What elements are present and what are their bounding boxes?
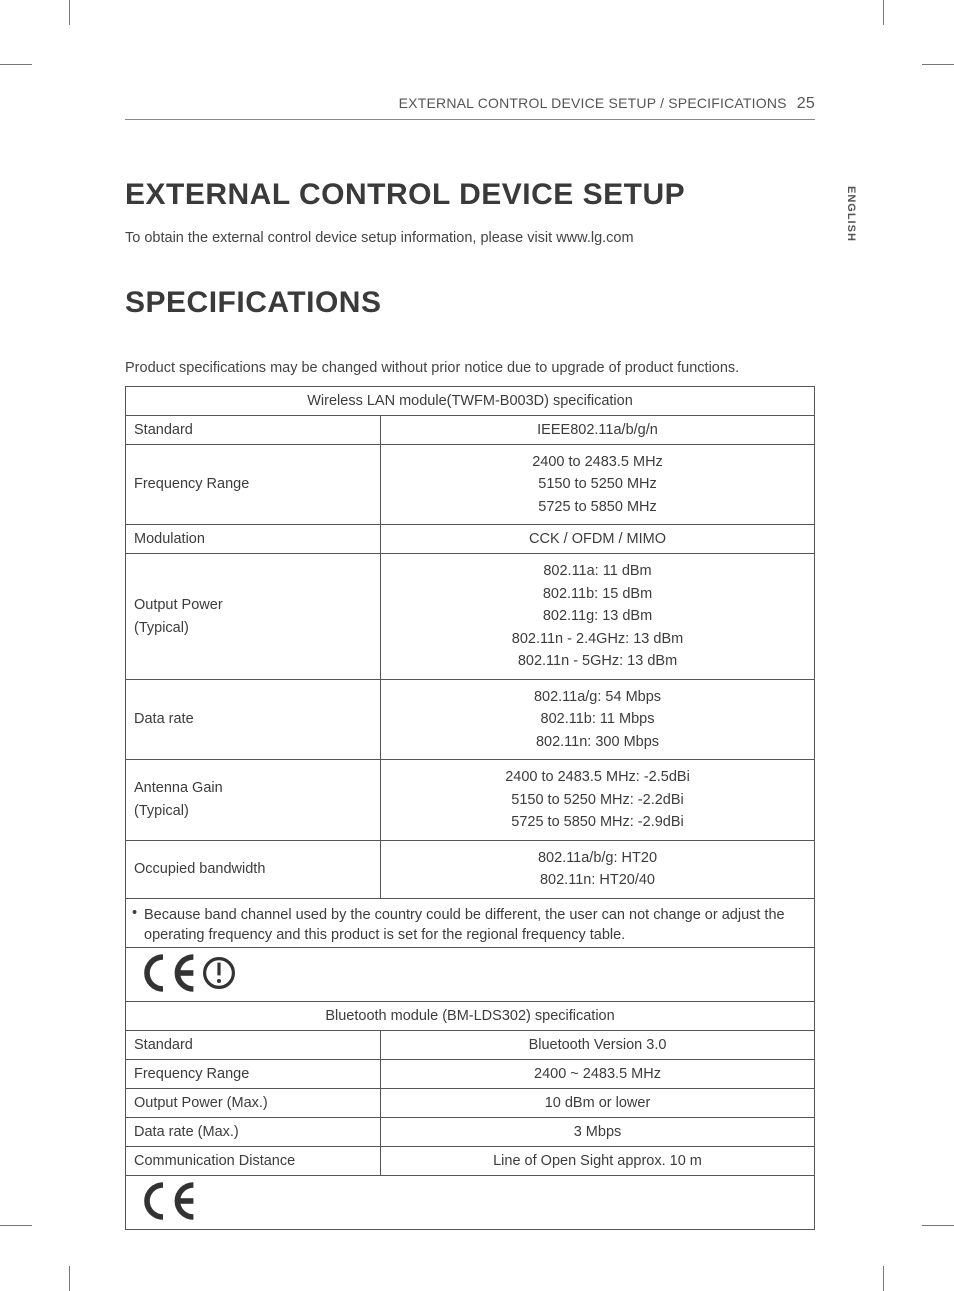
- wlan-table-title: Wireless LAN module(TWFM-B003D) specific…: [126, 387, 815, 416]
- bt-standard-value: Bluetooth Version 3.0: [381, 1031, 815, 1060]
- page-content: EXTERNAL CONTROL DEVICE SETUP / SPECIFIC…: [125, 95, 815, 1230]
- wlan-standard-label: Standard: [126, 416, 381, 445]
- wlan-spec-table: Wireless LAN module(TWFM-B003D) specific…: [125, 386, 815, 899]
- bt-power-value: 10 dBm or lower: [381, 1089, 815, 1118]
- heading-specifications: SPECIFICATIONS: [125, 286, 815, 320]
- bt-power-label: Output Power (Max.): [126, 1089, 381, 1118]
- ce-alert-icon: [134, 953, 264, 998]
- ce-icon: [134, 1181, 224, 1226]
- wlan-note-text: Because band channel used by the country…: [144, 905, 802, 946]
- wlan-freq-value: 2400 to 2483.5 MHz5150 to 5250 MHz5725 t…: [381, 445, 815, 525]
- intro-external-control: To obtain the external control device se…: [125, 230, 815, 246]
- bt-dist-label: Communication Distance: [126, 1147, 381, 1176]
- bt-freq-label: Frequency Range: [126, 1060, 381, 1089]
- wlan-rate-value: 802.11a/g: 54 Mbps802.11b: 11 Mbps802.11…: [381, 679, 815, 759]
- wlan-power-label: Output Power(Typical): [126, 554, 381, 679]
- bt-freq-value: 2400 ~ 2483.5 MHz: [381, 1060, 815, 1089]
- wlan-rate-label: Data rate: [126, 679, 381, 759]
- wlan-note: •Because band channel used by the countr…: [125, 899, 815, 949]
- bt-spec-table: Bluetooth module (BM-LDS302) specificati…: [125, 1002, 815, 1176]
- wlan-antenna-value: 2400 to 2483.5 MHz: -2.5dBi5150 to 5250 …: [381, 760, 815, 840]
- wlan-standard-value: IEEE802.11a/b/g/n: [381, 416, 815, 445]
- page-header: EXTERNAL CONTROL DEVICE SETUP / SPECIFIC…: [125, 95, 815, 120]
- bt-table-title: Bluetooth module (BM-LDS302) specificati…: [126, 1002, 815, 1031]
- bt-dist-value: Line of Open Sight approx. 10 m: [381, 1147, 815, 1176]
- wlan-antenna-label: Antenna Gain(Typical): [126, 760, 381, 840]
- wlan-modulation-label: Modulation: [126, 525, 381, 554]
- bt-rate-value: 3 Mbps: [381, 1118, 815, 1147]
- language-tab: ENGLISH: [845, 186, 857, 242]
- bt-standard-label: Standard: [126, 1031, 381, 1060]
- wlan-power-value: 802.11a: 11 dBm802.11b: 15 dBm802.11g: 1…: [381, 554, 815, 679]
- page-number: 25: [791, 95, 815, 112]
- heading-external-control: EXTERNAL CONTROL DEVICE SETUP: [125, 178, 815, 212]
- wlan-bandwidth-label: Occupied bandwidth: [126, 840, 381, 898]
- wlan-bandwidth-value: 802.11a/b/g: HT20802.11n: HT20/40: [381, 840, 815, 898]
- wlan-freq-label: Frequency Range: [126, 445, 381, 525]
- bt-rate-label: Data rate (Max.): [126, 1118, 381, 1147]
- wlan-modulation-value: CCK / OFDM / MIMO: [381, 525, 815, 554]
- header-section: EXTERNAL CONTROL DEVICE SETUP / SPECIFIC…: [399, 95, 787, 111]
- intro-specifications: Product specifications may be changed wi…: [125, 360, 815, 376]
- bt-cert-row: [125, 1176, 815, 1230]
- wlan-cert-row: [125, 948, 815, 1002]
